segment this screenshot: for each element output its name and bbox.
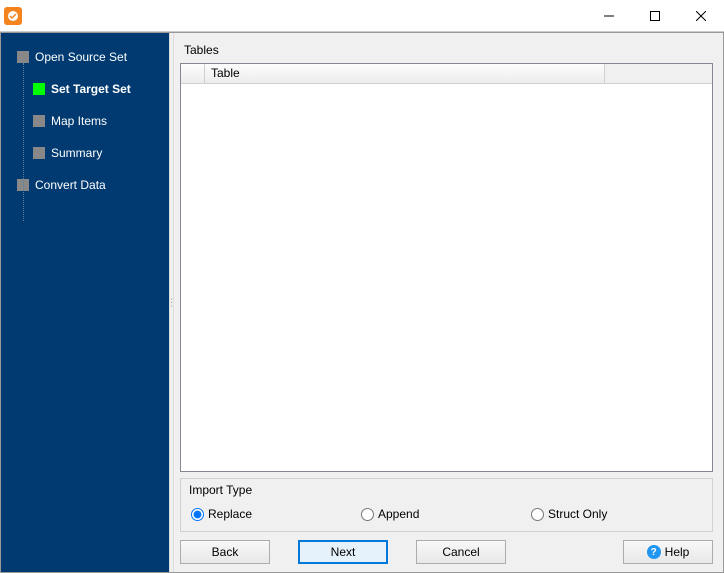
sidebar-item-label: Convert Data <box>35 178 106 192</box>
sidebar-item-label: Summary <box>51 146 102 160</box>
radio-label: Struct Only <box>548 507 607 521</box>
client-area: Open Source Set Set Target Set Map Items… <box>0 32 724 573</box>
grid-header-table[interactable]: Table <box>205 64 605 83</box>
tables-section: Tables Table <box>180 41 713 472</box>
wizard-button-bar: Back Next Cancel ? Help <box>180 540 713 564</box>
wizard-steps-sidebar: Open Source Set Set Target Set Map Items… <box>1 33 169 572</box>
main-panel: Tables Table Import Type Replace Append <box>174 33 723 572</box>
radio-label: Replace <box>208 507 252 521</box>
back-button[interactable]: Back <box>180 540 270 564</box>
help-button[interactable]: ? Help <box>623 540 713 564</box>
sidebar-item-label: Set Target Set <box>51 82 131 96</box>
step-box-icon <box>33 147 45 159</box>
maximize-button[interactable] <box>632 0 678 32</box>
radio-append[interactable]: Append <box>361 507 531 521</box>
radio-replace[interactable]: Replace <box>191 507 361 521</box>
close-button[interactable] <box>678 0 724 32</box>
cancel-button[interactable]: Cancel <box>416 540 506 564</box>
sidebar-item-summary[interactable]: Summary <box>1 143 169 163</box>
import-type-group: Import Type Replace Append Struct Only <box>180 478 713 532</box>
grid-header: Table <box>181 64 712 84</box>
window-controls <box>586 0 724 32</box>
radio-append-input[interactable] <box>361 508 374 521</box>
next-button[interactable]: Next <box>298 540 388 564</box>
radio-struct-only[interactable]: Struct Only <box>531 507 607 521</box>
button-label: Next <box>331 545 356 559</box>
radio-replace-input[interactable] <box>191 508 204 521</box>
grid-header-select[interactable] <box>181 64 205 83</box>
titlebar <box>0 0 724 32</box>
tables-label: Tables <box>184 43 713 57</box>
sidebar-item-set-target-set[interactable]: Set Target Set <box>1 79 169 99</box>
button-label: Back <box>212 545 239 559</box>
button-label: Cancel <box>442 545 479 559</box>
tables-grid[interactable]: Table <box>180 63 713 472</box>
sidebar-item-open-source-set[interactable]: Open Source Set <box>1 47 169 67</box>
help-icon: ? <box>647 545 661 559</box>
step-box-icon <box>17 51 29 63</box>
app-icon <box>4 7 22 25</box>
radio-label: Append <box>378 507 419 521</box>
sidebar-item-label: Open Source Set <box>35 50 127 64</box>
sidebar-item-map-items[interactable]: Map Items <box>1 111 169 131</box>
step-box-icon <box>33 115 45 127</box>
sidebar-item-label: Map Items <box>51 114 107 128</box>
splitter-handle[interactable] <box>169 33 174 572</box>
import-type-options: Replace Append Struct Only <box>189 507 704 521</box>
step-box-icon <box>33 83 45 95</box>
minimize-button[interactable] <box>586 0 632 32</box>
button-label: Help <box>665 545 690 559</box>
sidebar-item-convert-data[interactable]: Convert Data <box>1 175 169 195</box>
radio-struct-only-input[interactable] <box>531 508 544 521</box>
import-type-label: Import Type <box>189 483 704 497</box>
